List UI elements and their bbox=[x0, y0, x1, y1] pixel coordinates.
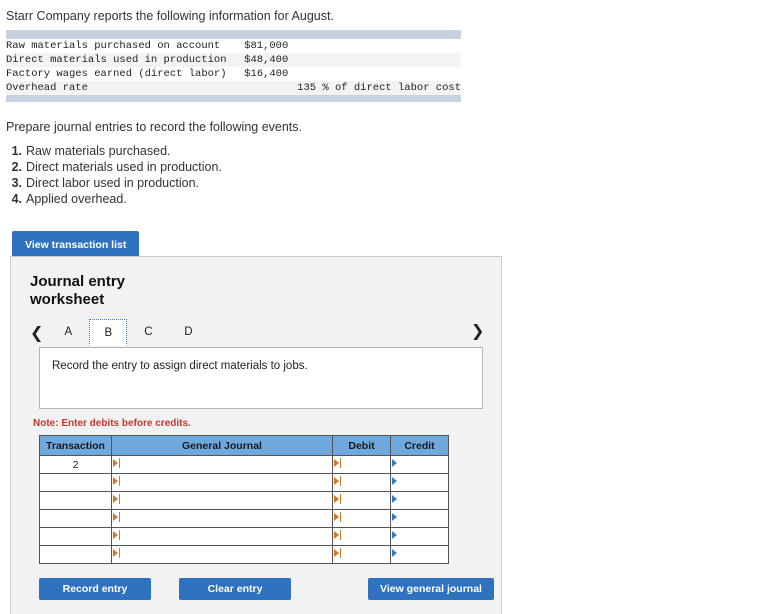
fact-value: $16,400 bbox=[244, 68, 289, 80]
debits-before-credits-note: Note: Enter debits before credits. bbox=[33, 418, 191, 429]
credit-cell[interactable] bbox=[390, 455, 449, 474]
journal-column-header: Transaction bbox=[39, 435, 112, 456]
credit-cursor-icon bbox=[392, 458, 406, 469]
general-journal-cell[interactable] bbox=[111, 545, 333, 564]
credit-cell[interactable] bbox=[390, 527, 449, 546]
fact-label: Overhead rate bbox=[6, 82, 88, 94]
input-cursor-icon bbox=[334, 458, 348, 469]
input-cursor-icon bbox=[113, 530, 127, 541]
general-journal-cell[interactable] bbox=[111, 473, 333, 492]
journal-column-header: Credit bbox=[390, 435, 449, 456]
chevron-right-icon[interactable]: ❯ bbox=[471, 317, 485, 345]
fact-label: Direct materials used in production bbox=[6, 54, 227, 66]
general-journal-cell[interactable] bbox=[111, 509, 333, 528]
input-cursor-icon bbox=[334, 530, 348, 541]
chevron-left-icon[interactable]: ❮ bbox=[30, 319, 44, 347]
input-cursor-icon bbox=[113, 476, 127, 487]
input-cursor-icon bbox=[334, 548, 348, 559]
general-journal-cell[interactable] bbox=[111, 455, 333, 474]
input-cursor-icon bbox=[113, 458, 127, 469]
instruction-box: Record the entry to assign direct materi… bbox=[39, 347, 483, 409]
panel-title: Journal entry worksheet bbox=[30, 273, 126, 308]
input-cursor-icon bbox=[113, 548, 127, 559]
journal-table-row bbox=[39, 545, 449, 564]
record-entry-button[interactable]: Record entry bbox=[39, 578, 151, 600]
event-list-item: Raw materials purchased. bbox=[4, 144, 171, 159]
facts-table-wrapper: Raw materials purchased on account $81,00… bbox=[6, 30, 461, 102]
journal-table-row: 2 bbox=[39, 455, 449, 474]
facts-table-row: Factory wages earned (direct labor) $16,4… bbox=[6, 67, 461, 81]
worksheet-tab-c[interactable]: C bbox=[129, 319, 167, 346]
transaction-cell bbox=[39, 473, 112, 492]
facts-table-top-bar bbox=[6, 30, 461, 39]
input-cursor-icon bbox=[113, 494, 127, 505]
view-general-journal-button[interactable]: View general journal bbox=[368, 578, 494, 600]
events-list: Raw materials purchased. Direct materials… bbox=[0, 144, 757, 207]
worksheet-tab-row: ❮ ABCD ❯ bbox=[11, 319, 501, 347]
prompt-text: Prepare journal entries to record the fo… bbox=[6, 120, 302, 134]
journal-table-row bbox=[39, 473, 449, 492]
journal-table-row bbox=[39, 509, 449, 528]
fact-value: $48,400 bbox=[244, 54, 289, 66]
journal-table-header-row: Transaction General Journal Debit Credit bbox=[39, 435, 449, 456]
transaction-cell bbox=[39, 491, 112, 510]
worksheet-tab-d[interactable]: D bbox=[169, 319, 207, 346]
credit-cursor-icon bbox=[392, 476, 406, 487]
worksheet-tab-a[interactable]: A bbox=[49, 319, 87, 346]
fact-label: Raw materials purchased on account bbox=[6, 40, 221, 52]
input-cursor-icon bbox=[113, 512, 127, 523]
intro-text: Starr Company reports the following info… bbox=[6, 9, 334, 23]
credit-cursor-icon bbox=[392, 548, 406, 559]
fact-label: Factory wages earned (direct labor) bbox=[6, 68, 227, 80]
instruction-text: Record the entry to assign direct materi… bbox=[52, 360, 308, 372]
transaction-cell bbox=[39, 527, 112, 546]
fact-value: $81,000 bbox=[244, 40, 289, 52]
debit-cell[interactable] bbox=[332, 491, 391, 510]
credit-cell[interactable] bbox=[390, 473, 449, 492]
event-list-item: Applied overhead. bbox=[4, 192, 127, 207]
clear-entry-button[interactable]: Clear entry bbox=[179, 578, 291, 600]
input-cursor-icon bbox=[334, 494, 348, 505]
worksheet-button-row: Record entry Clear entry View general jo… bbox=[39, 578, 501, 600]
debit-cell[interactable] bbox=[332, 545, 391, 564]
journal-table-wrapper: Transaction General Journal Debit Credit 2 bbox=[39, 435, 449, 564]
facts-table-row: Direct materials used in production $48,4… bbox=[6, 53, 461, 67]
debit-cell[interactable] bbox=[332, 455, 391, 474]
general-journal-cell[interactable] bbox=[111, 527, 333, 546]
credit-cell[interactable] bbox=[390, 491, 449, 510]
facts-table-bottom-bar bbox=[6, 95, 461, 102]
journal-column-header: Debit bbox=[332, 435, 391, 456]
debit-cell[interactable] bbox=[332, 473, 391, 492]
facts-table-row: Raw materials purchased on account $81,00… bbox=[6, 39, 461, 53]
credit-cursor-icon bbox=[392, 512, 406, 523]
transaction-cell bbox=[39, 545, 112, 564]
journal-table-row bbox=[39, 491, 449, 510]
general-journal-cell[interactable] bbox=[111, 491, 333, 510]
worksheet-tab-b[interactable]: B bbox=[89, 319, 128, 346]
transaction-cell bbox=[39, 509, 112, 528]
credit-cell[interactable] bbox=[390, 509, 449, 528]
transaction-cell: 2 bbox=[39, 455, 112, 474]
debit-cell[interactable] bbox=[332, 509, 391, 528]
event-list-item: Direct labor used in production. bbox=[4, 176, 200, 191]
journal-entry-worksheet-panel: Journal entry worksheet ❮ ABCD ❯ Record … bbox=[10, 256, 502, 614]
credit-cursor-icon bbox=[392, 530, 406, 541]
credit-cell[interactable] bbox=[390, 545, 449, 564]
input-cursor-icon bbox=[334, 512, 348, 523]
journal-column-header: General Journal bbox=[111, 435, 333, 456]
facts-table-row: Overhead rate 135 % of direct labor cost bbox=[6, 81, 461, 95]
fact-value: 135 % of direct labor cost bbox=[297, 82, 461, 94]
facts-table: Raw materials purchased on account $81,00… bbox=[6, 39, 461, 95]
event-list-item: Direct materials used in production. bbox=[4, 160, 222, 175]
credit-cursor-icon bbox=[392, 494, 406, 505]
journal-entry-table: Transaction General Journal Debit Credit 2 bbox=[39, 435, 449, 564]
debit-cell[interactable] bbox=[332, 527, 391, 546]
input-cursor-icon bbox=[334, 476, 348, 487]
journal-table-row bbox=[39, 527, 449, 546]
